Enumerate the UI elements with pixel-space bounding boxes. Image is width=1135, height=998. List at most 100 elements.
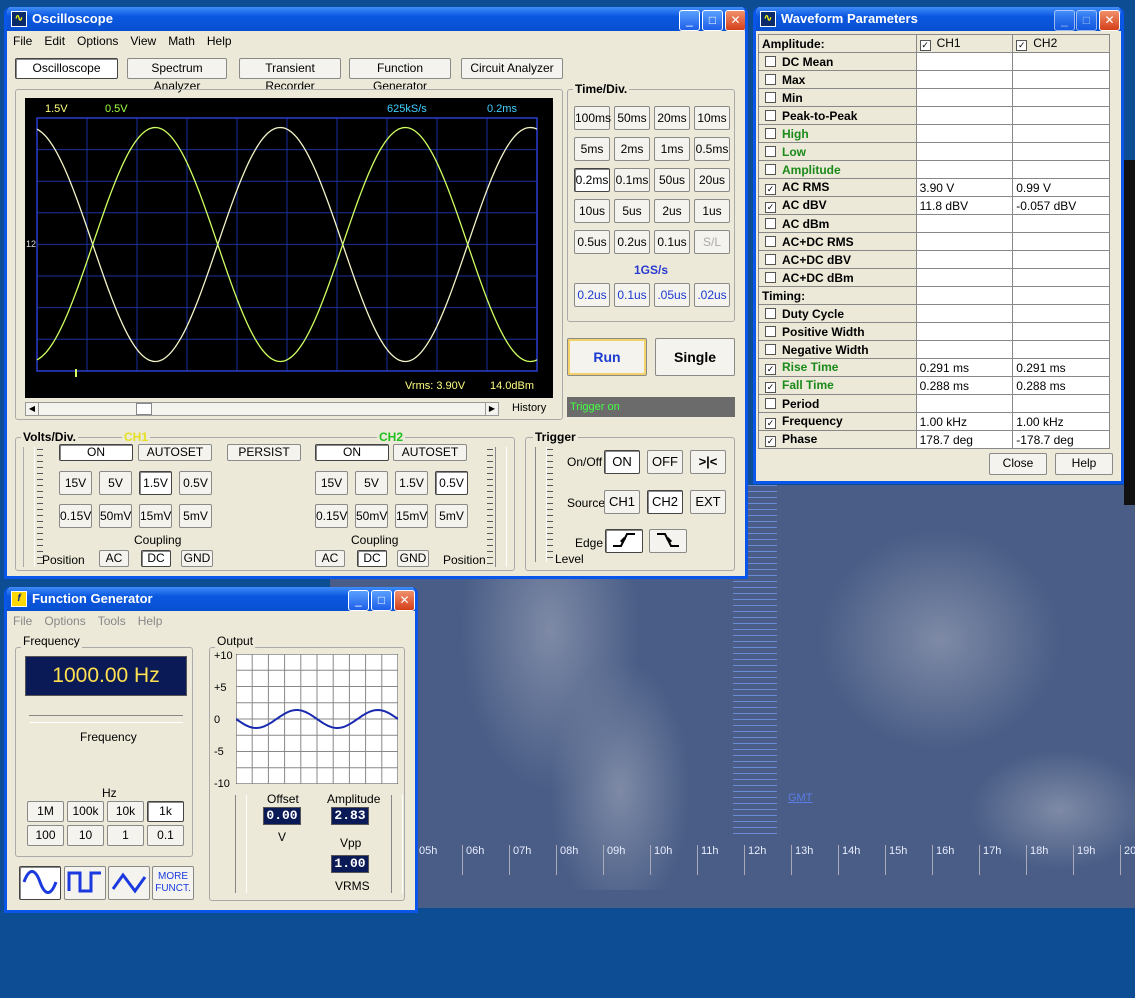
ch1-autoset-button[interactable]: AUTOSET <box>138 444 212 461</box>
ch1-position-slider[interactable] <box>23 447 35 567</box>
param-label-cell[interactable]: Low <box>758 142 917 161</box>
param-checkbox[interactable] <box>765 325 776 337</box>
freq-range-0p1[interactable]: 0.1 <box>147 825 184 846</box>
ch1-range-15V[interactable]: 15V <box>59 471 92 495</box>
timediv-button-0p1ms[interactable]: 0.1ms <box>614 168 650 192</box>
param-checkbox[interactable] <box>765 73 776 85</box>
param-checkbox[interactable] <box>765 397 776 409</box>
timediv-button-2us[interactable]: 2us <box>654 199 690 223</box>
param-label-cell[interactable]: ✓ Phase <box>758 430 917 449</box>
param-checkbox[interactable] <box>765 145 776 157</box>
menu-view[interactable]: View <box>130 34 156 48</box>
ch1-dc-button[interactable]: DC <box>141 550 171 567</box>
param-checkbox[interactable] <box>765 91 776 103</box>
ch1-column-header[interactable]: ✓ CH1 <box>915 34 1014 53</box>
timediv-fast-button[interactable]: 0.1us <box>614 283 650 307</box>
param-label-cell[interactable]: ✓ Fall Time <box>758 376 917 395</box>
param-checkbox[interactable] <box>765 235 776 247</box>
param-checkbox[interactable]: ✓ <box>765 436 776 447</box>
freq-range-100k[interactable]: 100k <box>67 801 104 822</box>
param-checkbox[interactable] <box>765 271 776 283</box>
param-label-cell[interactable]: AC+DC dBm <box>758 268 917 287</box>
tab-transient-recorder[interactable]: Transient Recorder <box>239 58 341 93</box>
param-checkbox[interactable] <box>765 55 776 67</box>
fg-menu-options[interactable]: Options <box>44 614 85 628</box>
offset-value[interactable]: 0.00 <box>263 807 301 825</box>
timediv-button-0p1us[interactable]: 0.1us <box>654 230 690 254</box>
param-checkbox[interactable] <box>765 253 776 265</box>
ch2-range-1p5V[interactable]: 1.5V <box>395 471 428 495</box>
ch2-on-button[interactable]: ON <box>315 444 389 461</box>
trigger-ext-button[interactable]: EXT <box>690 490 726 514</box>
timediv-fast-button[interactable]: .02us <box>694 283 730 307</box>
position-marker[interactable]: 12 <box>26 239 36 249</box>
ch2-autoset-button[interactable]: AUTOSET <box>393 444 467 461</box>
oscilloscope-titlebar[interactable]: ∿ Oscilloscope <box>7 7 745 31</box>
ch1-checkbox[interactable]: ✓ <box>919 40 931 51</box>
ch2-range-5mV[interactable]: 5mV <box>435 504 468 528</box>
param-label-cell[interactable]: Min <box>758 88 917 107</box>
sine-wave-button[interactable] <box>19 866 61 900</box>
param-label-cell[interactable]: ✓ AC dBV <box>758 196 917 215</box>
ch2-range-5V[interactable]: 5V <box>355 471 388 495</box>
param-label-cell[interactable]: High <box>758 124 917 143</box>
ch2-range-0p5V[interactable]: 0.5V <box>435 471 468 495</box>
timediv-button-0p5us[interactable]: 0.5us <box>574 230 610 254</box>
timediv-button-0p2us[interactable]: 0.2us <box>614 230 650 254</box>
tab-oscilloscope[interactable]: Oscilloscope <box>15 58 118 79</box>
param-label-cell[interactable]: AC dBm <box>758 214 917 233</box>
ch2-range-50mV[interactable]: 50mV <box>355 504 388 528</box>
close-button[interactable]: ✕ <box>725 10 745 31</box>
trigger-off-button[interactable]: OFF <box>647 450 683 474</box>
ch1-range-50mV[interactable]: 50mV <box>99 504 132 528</box>
amplitude-slider[interactable] <box>391 795 403 893</box>
freq-range-1k[interactable]: 1k <box>147 801 184 822</box>
wp-close-icon-button[interactable]: ✕ <box>1099 10 1120 31</box>
menu-help[interactable]: Help <box>207 34 232 48</box>
param-label-cell[interactable]: Peak-to-Peak <box>758 106 917 125</box>
param-checkbox[interactable]: ✓ <box>765 202 776 213</box>
timediv-button-10ms[interactable]: 10ms <box>694 106 730 130</box>
persist-button[interactable]: PERSIST <box>227 444 301 461</box>
param-label-cell[interactable]: ✓ Rise Time <box>758 358 917 377</box>
timediv-button-20ms[interactable]: 20ms <box>654 106 690 130</box>
single-button[interactable]: Single <box>655 338 735 376</box>
param-label-cell[interactable]: Max <box>758 70 917 89</box>
trigger-center-button[interactable]: >|< <box>690 450 726 474</box>
ch2-checkbox[interactable]: ✓ <box>1016 40 1028 51</box>
menu-options[interactable]: Options <box>77 34 118 48</box>
scroll-left-icon[interactable]: ◀ <box>26 403 39 415</box>
param-label-cell[interactable]: AC+DC RMS <box>758 232 917 251</box>
ch1-on-button[interactable]: ON <box>59 444 133 461</box>
fg-menu-file[interactable]: File <box>13 614 32 628</box>
history-button[interactable]: History <box>512 402 546 414</box>
param-checkbox[interactable]: ✓ <box>765 364 776 375</box>
param-label-cell[interactable]: DC Mean <box>758 52 917 71</box>
timediv-button-5us[interactable]: 5us <box>614 199 650 223</box>
timediv-button-5ms[interactable]: 5ms <box>574 137 610 161</box>
wp-close-button[interactable]: Close <box>989 453 1047 475</box>
timediv-button-10us[interactable]: 10us <box>574 199 610 223</box>
timediv-fast-button[interactable]: .05us <box>654 283 690 307</box>
maximize-button[interactable]: □ <box>702 10 723 31</box>
ch2-position-slider[interactable] <box>495 447 507 567</box>
trigger-level-slider[interactable] <box>535 447 547 562</box>
param-checkbox[interactable]: ✓ <box>765 184 776 195</box>
ch2-dc-button[interactable]: DC <box>357 550 387 567</box>
fg-close-button[interactable]: ✕ <box>394 590 415 611</box>
square-wave-button[interactable] <box>64 866 106 900</box>
ch1-ac-button[interactable]: AC <box>99 550 129 567</box>
param-checkbox[interactable]: ✓ <box>765 418 776 429</box>
rising-edge-button[interactable] <box>605 529 643 553</box>
param-checkbox[interactable] <box>765 217 776 229</box>
history-scrollbar[interactable]: ◀ ▶ <box>25 402 499 416</box>
ch2-range-0p15V[interactable]: 0.15V <box>315 504 348 528</box>
param-checkbox[interactable] <box>765 343 776 355</box>
freq-range-1M[interactable]: 1M <box>27 801 64 822</box>
ch2-range-15V[interactable]: 15V <box>315 471 348 495</box>
param-label-cell[interactable]: Positive Width <box>758 322 917 341</box>
minimize-button[interactable]: _ <box>679 10 700 31</box>
param-checkbox[interactable] <box>765 127 776 139</box>
freq-range-100[interactable]: 100 <box>27 825 64 846</box>
frequency-slider[interactable] <box>29 715 183 723</box>
